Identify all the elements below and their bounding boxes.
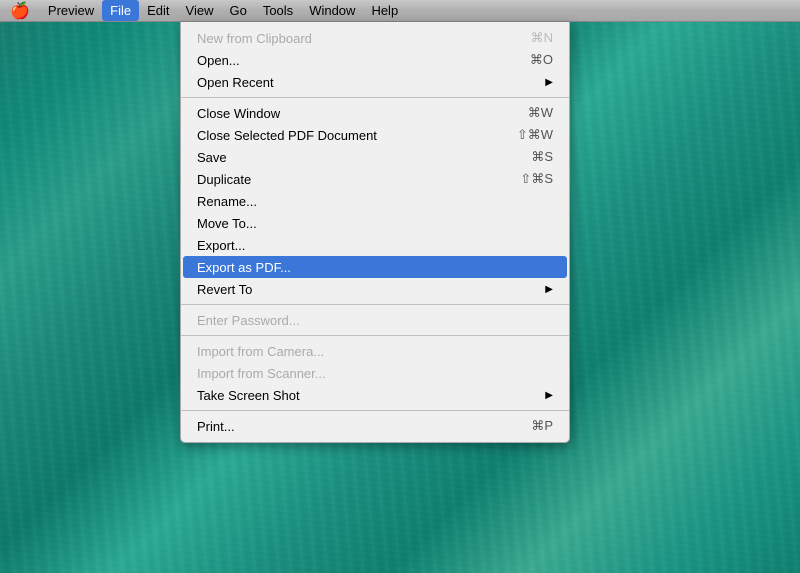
open-recent-label: Open Recent <box>197 75 545 90</box>
menu-item-close-pdf[interactable]: Close Selected PDF Document ⇧⌘W <box>181 124 569 146</box>
menubar-view[interactable]: View <box>178 0 222 21</box>
menu-item-duplicate[interactable]: Duplicate ⇧⌘S <box>181 168 569 190</box>
apple-menu[interactable]: 🍎 <box>0 0 40 21</box>
menubar-help[interactable]: Help <box>363 0 406 21</box>
menubar: 🍎 Preview File Edit View Go Tools Window… <box>0 0 800 22</box>
menubar-file[interactable]: File <box>102 0 139 21</box>
import-scanner-label: Import from Scanner... <box>197 366 553 381</box>
separator-3 <box>181 335 569 336</box>
new-clipboard-shortcut: ⌘N <box>531 30 553 46</box>
close-window-shortcut: ⌘W <box>528 105 553 121</box>
rename-label: Rename... <box>197 194 553 209</box>
open-recent-arrow: ▶ <box>545 77 553 88</box>
move-to-label: Move To... <box>197 216 553 231</box>
menu-item-print[interactable]: Print... ⌘P <box>181 415 569 437</box>
close-pdf-label: Close Selected PDF Document <box>197 128 517 143</box>
new-clipboard-label: New from Clipboard <box>197 31 531 46</box>
close-pdf-shortcut: ⇧⌘W <box>517 127 553 143</box>
separator-2 <box>181 304 569 305</box>
menu-item-enter-password[interactable]: Enter Password... <box>181 309 569 331</box>
screenshot-label: Take Screen Shot <box>197 388 545 403</box>
menu-item-new-clipboard[interactable]: New from Clipboard ⌘N <box>181 27 569 49</box>
save-shortcut: ⌘S <box>531 149 553 165</box>
separator-1 <box>181 97 569 98</box>
duplicate-shortcut: ⇧⌘S <box>520 171 553 187</box>
duplicate-label: Duplicate <box>197 172 520 187</box>
menu-item-move-to[interactable]: Move To... <box>181 212 569 234</box>
open-label: Open... <box>197 53 530 68</box>
revert-to-label: Revert To <box>197 282 545 297</box>
menu-item-open[interactable]: Open... ⌘O <box>181 49 569 71</box>
menu-item-save[interactable]: Save ⌘S <box>181 146 569 168</box>
menu-item-export[interactable]: Export... <box>181 234 569 256</box>
menu-item-close-window[interactable]: Close Window ⌘W <box>181 102 569 124</box>
menu-item-rename[interactable]: Rename... <box>181 190 569 212</box>
close-window-label: Close Window <box>197 106 528 121</box>
export-pdf-label: Export as PDF... <box>197 260 553 275</box>
menu-item-screenshot[interactable]: Take Screen Shot ▶ <box>181 384 569 406</box>
menubar-go[interactable]: Go <box>221 0 254 21</box>
menubar-preview[interactable]: Preview <box>40 0 102 21</box>
menubar-window[interactable]: Window <box>301 0 363 21</box>
enter-password-label: Enter Password... <box>197 313 553 328</box>
menu-item-open-recent[interactable]: Open Recent ▶ <box>181 71 569 93</box>
separator-4 <box>181 410 569 411</box>
menu-item-export-pdf[interactable]: Export as PDF... <box>183 256 567 278</box>
print-shortcut: ⌘P <box>531 418 553 434</box>
open-shortcut: ⌘O <box>530 52 553 68</box>
menu-item-import-scanner[interactable]: Import from Scanner... <box>181 362 569 384</box>
screenshot-arrow: ▶ <box>545 390 553 401</box>
import-camera-label: Import from Camera... <box>197 344 553 359</box>
menubar-tools[interactable]: Tools <box>255 0 301 21</box>
menubar-edit[interactable]: Edit <box>139 0 177 21</box>
revert-to-arrow: ▶ <box>545 284 553 295</box>
export-label: Export... <box>197 238 553 253</box>
file-dropdown-menu: New from Clipboard ⌘N Open... ⌘O Open Re… <box>180 22 570 443</box>
menu-item-import-camera[interactable]: Import from Camera... <box>181 340 569 362</box>
menu-item-revert-to[interactable]: Revert To ▶ <box>181 278 569 300</box>
save-label: Save <box>197 150 531 165</box>
print-label: Print... <box>197 419 531 434</box>
